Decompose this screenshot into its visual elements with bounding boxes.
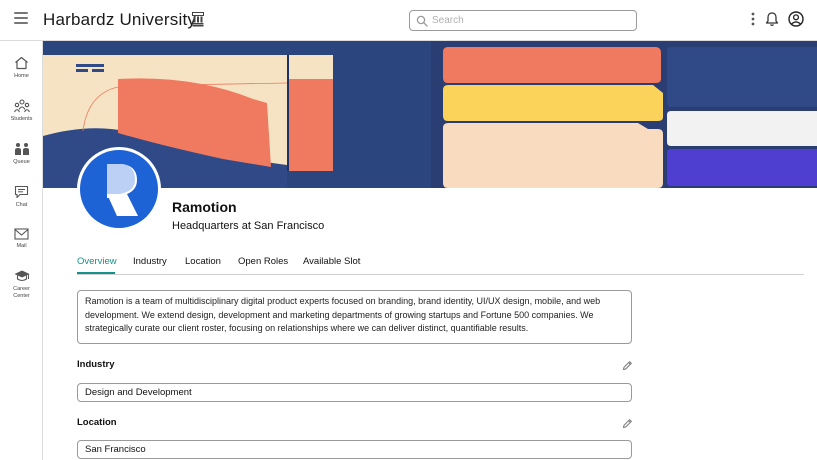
active-tab-indicator — [77, 272, 115, 274]
sidebar-item-label: Students — [10, 116, 33, 122]
sidebar-item-chat[interactable]: Chat — [0, 185, 43, 209]
tab-available-slot[interactable]: Available Slot — [303, 256, 360, 267]
edit-industry-pencil-icon[interactable] — [622, 360, 633, 371]
tab-industry[interactable]: Industry — [133, 256, 167, 267]
sidebar-item-label: Queue — [13, 159, 30, 165]
company-name: Ramotion — [172, 199, 237, 215]
search-icon — [416, 15, 428, 27]
tab-open-roles[interactable]: Open Roles — [238, 256, 288, 267]
app-title: Harbardz University — [43, 10, 197, 29]
industry-title: Industry — [77, 359, 115, 370]
sidebar-item-label: Mail — [16, 243, 27, 249]
sidebar-item-home[interactable]: Home — [0, 56, 43, 80]
queue-icon — [14, 143, 29, 155]
sidebar-item-label: Chat — [15, 202, 28, 208]
tab-overview[interactable]: Overview — [77, 256, 117, 267]
account-icon[interactable] — [788, 11, 804, 27]
more-options-icon[interactable] — [750, 11, 756, 27]
chat-icon — [14, 185, 29, 199]
sidebar-item-queue[interactable]: Queue — [0, 142, 43, 166]
mail-icon — [14, 228, 29, 240]
sidebar-item-label: Home — [14, 73, 29, 79]
company-banner-image — [43, 41, 817, 188]
sidebar-item-career-center[interactable]: Career Center — [0, 269, 43, 300]
students-icon — [13, 99, 30, 113]
location-title: Location — [77, 417, 117, 428]
university-crest-icon — [192, 12, 204, 27]
tab-location[interactable]: Location — [185, 256, 221, 267]
top-bar: Harbardz University — [0, 0, 817, 41]
company-tabs: Overview Industry Location Open Roles Av… — [77, 254, 804, 275]
company-headquarters: Headquarters at San Francisco — [172, 220, 325, 232]
home-icon — [15, 56, 28, 70]
company-logo — [77, 147, 161, 231]
sidebar: Home Students Queue Chat Mail Career Cen… — [0, 41, 43, 460]
search-input[interactable] — [432, 13, 632, 28]
industry-field[interactable]: Design and Development — [77, 383, 632, 402]
sidebar-item-mail[interactable]: Mail — [0, 228, 43, 250]
hamburger-menu-icon[interactable] — [14, 12, 28, 26]
sidebar-item-students[interactable]: Students — [0, 99, 43, 123]
sidebar-item-label: Career Center — [13, 286, 30, 299]
ramotion-logo-icon — [107, 164, 138, 216]
notification-bell-icon[interactable] — [765, 11, 779, 27]
search-bar[interactable] — [409, 10, 637, 31]
company-description: Ramotion is a team of multidisciplinary … — [77, 290, 632, 344]
edit-location-pencil-icon[interactable] — [622, 418, 633, 429]
career-center-icon — [14, 270, 29, 282]
location-field[interactable]: San Francisco — [77, 440, 632, 459]
